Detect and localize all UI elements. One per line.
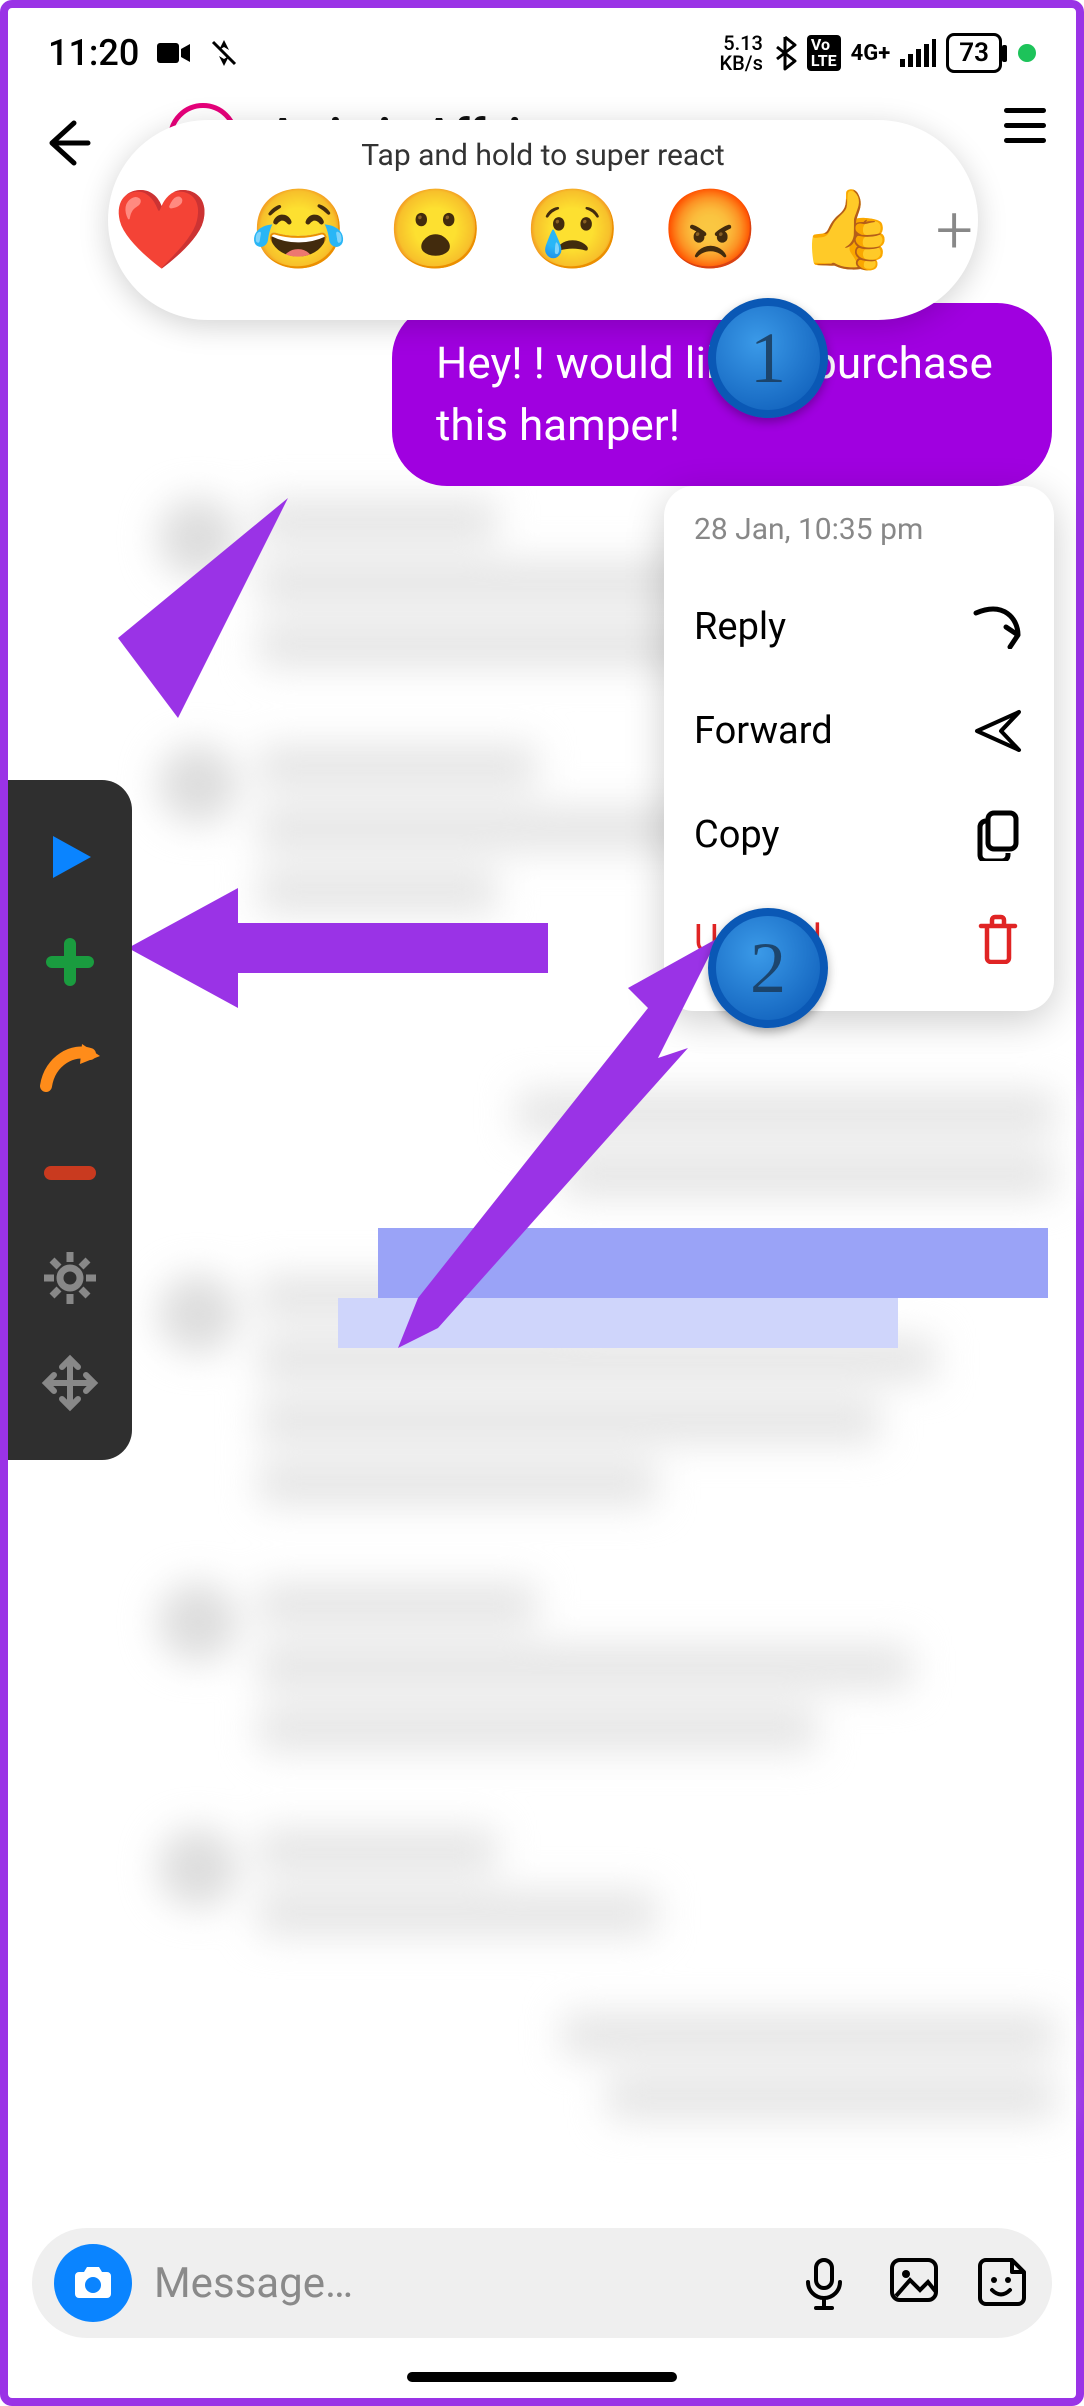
reaction-angry[interactable]: 😡 (661, 185, 758, 276)
compass-off-icon (209, 38, 239, 68)
reaction-picker: Tap and hold to super react ❤️ 😂 😮 😢 😡 👍… (108, 120, 978, 320)
context-forward[interactable]: Forward (694, 679, 1024, 783)
status-right: 5.13 KB/s VoLTE 4G+ 73 (720, 33, 1036, 73)
reply-icon (972, 601, 1024, 653)
trash-icon (972, 913, 1024, 965)
image-icon[interactable] (888, 2256, 942, 2310)
annotation-arrow-1 (58, 488, 298, 768)
play-icon[interactable] (35, 822, 105, 892)
battery-indicator: 73 (946, 33, 1002, 73)
annotation-arrow-3 (378, 928, 738, 1348)
context-reply[interactable]: Reply (694, 575, 1024, 679)
step-badge-2: 2 (708, 908, 828, 1028)
compose-bar: Message… (32, 2228, 1052, 2338)
menu-button[interactable] (1004, 108, 1046, 143)
reaction-heart[interactable]: ❤️ (113, 185, 210, 276)
volte-badge: VoLTE (807, 35, 841, 71)
sticker-icon[interactable] (976, 2256, 1030, 2310)
privacy-dot (1018, 44, 1036, 62)
copy-icon (972, 809, 1024, 861)
home-indicator[interactable] (407, 2372, 677, 2382)
reaction-thumbsup[interactable]: 👍 (799, 185, 896, 276)
status-bar: 11:20 5.13 KB/s VoLTE 4G+ 73 (8, 8, 1076, 98)
compose-actions (800, 2256, 1030, 2310)
screen-recorder-toolbar[interactable] (8, 780, 132, 1460)
message-input[interactable]: Message… (154, 2259, 778, 2308)
plus-icon[interactable] (35, 927, 105, 997)
forward-icon (972, 705, 1024, 757)
gear-icon[interactable] (35, 1243, 105, 1313)
step-badge-1: 1 (708, 298, 828, 418)
reply-label: Reply (694, 605, 786, 649)
signal-bars-icon (900, 39, 936, 67)
clock: 11:20 (48, 32, 139, 74)
minus-icon[interactable] (35, 1138, 105, 1208)
redo-arrow-icon[interactable] (35, 1032, 105, 1102)
back-button[interactable] (38, 115, 94, 171)
move-icon[interactable] (35, 1348, 105, 1418)
signal-label: 4G+ (851, 41, 891, 66)
reaction-hint: Tap and hold to super react (361, 138, 724, 173)
reaction-sad[interactable]: 😢 (524, 185, 621, 276)
reaction-laugh[interactable]: 😂 (250, 185, 347, 276)
bluetooth-icon (773, 35, 797, 71)
reaction-wow[interactable]: 😮 (387, 185, 484, 276)
context-copy[interactable]: Copy (694, 783, 1024, 887)
context-timestamp: 28 Jan, 10:35 pm (694, 512, 1024, 547)
mic-icon[interactable] (800, 2256, 854, 2310)
status-left: 11:20 (48, 32, 239, 74)
camera-button[interactable] (54, 2244, 132, 2322)
copy-label: Copy (694, 813, 780, 857)
annotated-screenshot: 11:20 5.13 KB/s VoLTE 4G+ 73 (0, 0, 1084, 2406)
forward-label: Forward (694, 709, 833, 753)
reaction-row: ❤️ 😂 😮 😢 😡 👍 + (113, 185, 973, 276)
video-icon (157, 41, 191, 65)
reaction-add[interactable]: + (936, 192, 973, 269)
network-speed: 5.13 KB/s (720, 33, 763, 73)
